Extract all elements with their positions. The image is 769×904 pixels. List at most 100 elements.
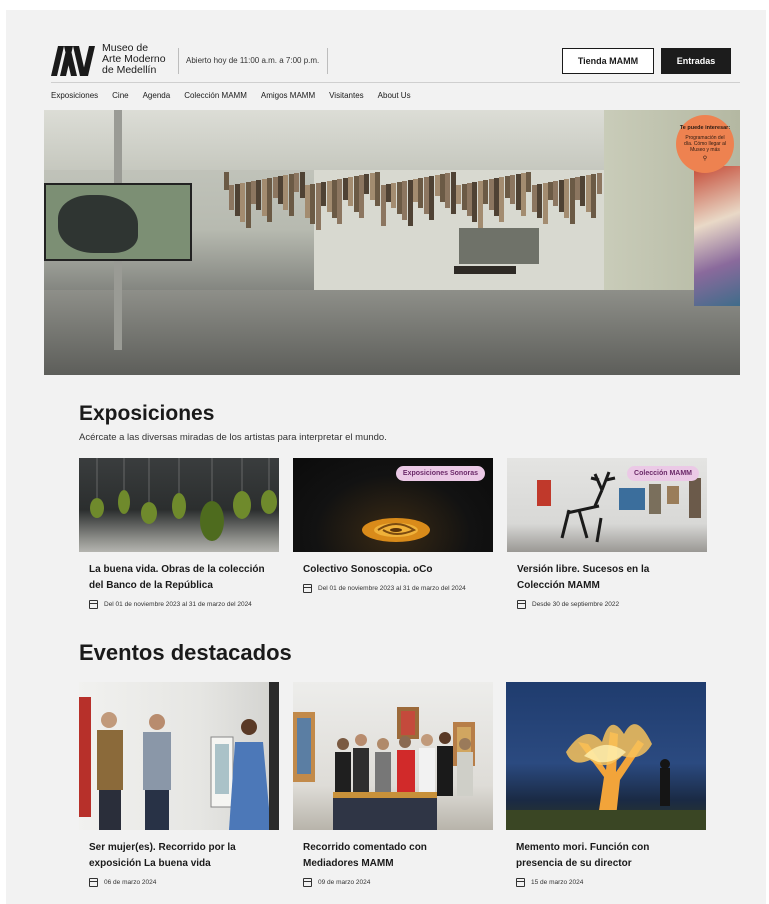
event-date-text: 06 de marzo 2024: [104, 879, 157, 886]
hero-video-screen: [44, 183, 192, 261]
hanging-strip: [315, 183, 321, 230]
hero-floor: [44, 290, 740, 375]
hanging-strip: [472, 182, 478, 222]
hero-bench: [454, 266, 516, 274]
hanging-strip: [402, 181, 408, 220]
event-title: Memento mori. Función con presencia de s…: [516, 842, 650, 869]
hanging-strip: [413, 179, 418, 202]
hanging-strip: [580, 176, 586, 206]
nav-item-about[interactable]: About Us: [378, 91, 411, 105]
events-title: Eventos destacados: [79, 640, 292, 665]
hanging-strip: [332, 180, 337, 218]
hanging-strip: [467, 183, 472, 216]
hanging-strip: [569, 178, 575, 224]
hanging-strip: [288, 174, 294, 216]
hanging-strip: [450, 172, 456, 214]
event-image: [506, 682, 706, 830]
hanging-strip: [224, 172, 229, 190]
event-card[interactable]: Recorrido comentado con Mediadores MAMM …: [293, 682, 493, 887]
museum-name-line: de Medellín: [102, 64, 157, 76]
nav-item-coleccion[interactable]: Colección MAMM: [184, 91, 247, 105]
hanging-strip: [342, 178, 348, 200]
hanging-strip: [510, 175, 516, 204]
exhibition-title: La buena vida. Obras de la colección del…: [89, 564, 265, 591]
exhibition-date: Desde 30 de septiembre 2022: [507, 600, 707, 609]
burning-tree-photo: [506, 724, 706, 830]
event-card[interactable]: Ser mujer(es). Recorrido por la exposici…: [79, 682, 279, 887]
calendar-icon: [516, 878, 525, 887]
hanging-strip: [418, 178, 424, 208]
hanging-strip: [305, 185, 310, 218]
hanging-strip: [564, 179, 570, 218]
hanging-strip: [326, 181, 332, 212]
event-card[interactable]: Memento mori. Función con presencia de s…: [506, 682, 706, 887]
hanging-strip: [369, 173, 375, 200]
hanging-strip: [364, 174, 370, 194]
event-date-text: 15 de marzo 2024: [531, 879, 584, 886]
event-title: Recorrido comentado con Mediadores MAMM: [303, 842, 427, 869]
nav-item-exposiciones[interactable]: Exposiciones: [51, 91, 98, 105]
exhibition-date-text: Del 01 de noviembre 2023 al 31 de marzo …: [318, 585, 466, 592]
nav-item-visitantes[interactable]: Visitantes: [329, 91, 364, 105]
hanging-strip: [353, 176, 359, 212]
main-nav: Exposiciones Cine Agenda Colección MAMM …: [51, 91, 425, 105]
exhibition-image: Colección MAMM: [507, 458, 707, 552]
exhibition-card[interactable]: Exposiciones Sonoras Colectivo Sonoscopi…: [293, 458, 493, 593]
hanging-strip: [229, 185, 235, 210]
site-header: Museo de Arte Moderno de Medellín Abiert…: [6, 10, 766, 90]
hanging-strip: [477, 181, 483, 228]
hanging-strip: [504, 176, 510, 198]
category-tag[interactable]: Exposiciones Sonoras: [395, 466, 485, 481]
hanging-strip: [521, 173, 526, 216]
exhibition-card[interactable]: La buena vida. Obras de la colección del…: [79, 458, 279, 609]
exhibition-title: Versión libre. Sucesos en la Colección M…: [517, 564, 650, 591]
hanging-strip: [591, 174, 597, 218]
hanging-strip: [531, 185, 537, 212]
page: Museo de Arte Moderno de Medellín Abiert…: [6, 10, 766, 904]
hanging-strip: [348, 177, 354, 206]
hanging-strip: [542, 183, 548, 224]
exhibition-date: Del 01 de noviembre 2023 al 31 de marzo …: [79, 600, 279, 609]
nav-item-agenda[interactable]: Agenda: [143, 91, 171, 105]
hanging-strip: [499, 177, 505, 222]
hero-image: Te puede interesar: Programación del día…: [44, 110, 740, 375]
event-date: 06 de marzo 2024: [79, 878, 279, 887]
exhibition-date-text: Del 01 de noviembre 2023 al 31 de marzo …: [104, 601, 252, 608]
hanging-strip: [585, 175, 591, 212]
hanging-strip: [548, 182, 553, 200]
hanging-strip: [294, 173, 300, 192]
hanging-strip: [526, 172, 532, 192]
event-image: [293, 682, 493, 830]
nav-item-amigos[interactable]: Amigos MAMM: [261, 91, 315, 105]
hanging-strip: [267, 178, 273, 222]
hanging-strip: [575, 177, 580, 200]
mamm-logo[interactable]: [51, 46, 95, 76]
hanging-strip: [321, 182, 327, 206]
hanging-strip: [483, 180, 489, 204]
event-date-text: 09 de marzo 2024: [318, 879, 371, 886]
hanging-strip: [494, 178, 499, 216]
exhibition-date: Del 01 de noviembre 2023 al 31 de marzo …: [293, 584, 493, 593]
promo-badge[interactable]: Te puede interesar: Programación del día…: [676, 115, 734, 173]
hanging-strip: [278, 176, 283, 204]
exhibition-card[interactable]: Colección MAMM Versión libre. Sucesos en…: [507, 458, 707, 609]
category-tag[interactable]: Colección MAMM: [627, 466, 699, 481]
hanging-strip: [596, 173, 602, 194]
hanging-strip: [558, 180, 564, 212]
mediators-photo: [293, 707, 475, 830]
tickets-button[interactable]: Entradas: [661, 48, 731, 74]
event-image: [79, 682, 279, 830]
exhibition-image: [79, 458, 279, 552]
shop-button[interactable]: Tienda MAMM: [562, 48, 654, 74]
exhibition-title: Colectivo Sonoscopia. oCo: [303, 564, 433, 575]
nav-item-cine[interactable]: Cine: [112, 91, 128, 105]
hanging-strip: [283, 175, 289, 210]
hanging-strip: [234, 184, 240, 216]
hanging-strip: [272, 177, 278, 198]
exhibitions-subtitle: Acércate a las diversas miradas de los a…: [79, 432, 387, 443]
promo-text: Programación del día. Cómo llegar al Mus…: [684, 135, 726, 153]
museum-name: Museo de Arte Moderno de Medellín: [102, 43, 178, 76]
hanging-strip: [375, 172, 381, 206]
hanging-strip: [429, 176, 435, 220]
hanging-strip: [299, 172, 305, 198]
